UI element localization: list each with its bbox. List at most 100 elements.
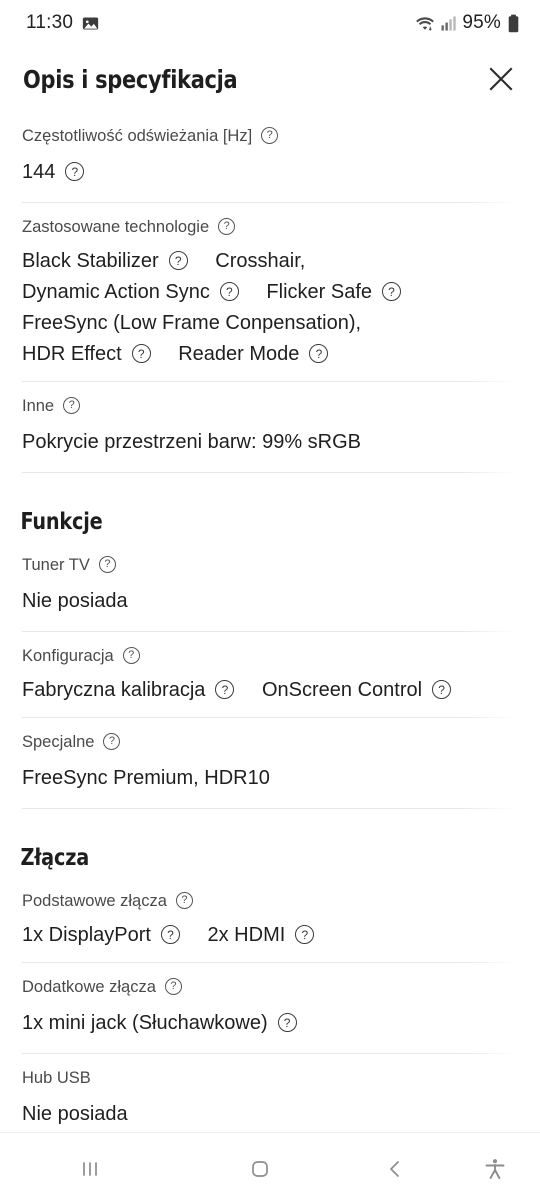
spec-row: Podstawowe złącza? 1x DisplayPort? 2x HDM…	[0, 877, 540, 962]
spec-value-item: Flicker Safe?	[266, 277, 402, 308]
back-button[interactable]	[340, 1157, 450, 1181]
help-icon[interactable]: ?	[65, 162, 85, 182]
spec-label: Inne	[22, 397, 55, 416]
spec-label-line: Inne?	[22, 382, 518, 415]
spec-value-line: Nie posiada	[22, 1087, 518, 1133]
help-icon[interactable]: ?	[63, 397, 81, 414]
spec-value-item: 1x mini jack (Słuchawkowe)?	[22, 1008, 297, 1039]
spec-label-line: Dodatkowe złącza?	[22, 963, 518, 996]
spec-label-line: Podstawowe złącza?	[22, 877, 518, 910]
spec-label: Specjalne	[22, 733, 95, 752]
help-icon[interactable]: ?	[295, 925, 315, 945]
accessibility-button[interactable]	[450, 1156, 540, 1182]
spec-value-line: 144?	[22, 145, 518, 202]
spec-row: Hub USB Nie posiada	[0, 1054, 540, 1132]
recents-icon	[78, 1157, 102, 1181]
spec-row: Tuner TV? Nie posiada	[0, 541, 540, 631]
spec-row: Konfiguracja? Fabryczna kalibracja? OnScr…	[0, 632, 540, 717]
spec-row: Specjalne? FreeSync Premium, HDR10	[0, 718, 540, 808]
help-icon[interactable]: ?	[215, 680, 235, 700]
spec-value-line: Pokrycie przestrzeni barw: 99% sRGB	[22, 415, 518, 472]
spec-value-item: 2x HDMI?	[208, 920, 315, 951]
help-icon[interactable]: ?	[164, 978, 182, 995]
spec-value-item: Crosshair,	[215, 246, 305, 277]
spec-value-text: Nie posiada	[22, 590, 128, 612]
spec-label-line: Hub USB	[22, 1054, 518, 1087]
recents-button[interactable]	[0, 1157, 180, 1181]
spec-value-text: 144	[22, 161, 56, 183]
android-navigation-bar	[0, 1132, 540, 1204]
spec-label-line: Specjalne?	[22, 718, 518, 751]
spec-value-item: OnScreen Control?	[261, 675, 452, 706]
spec-value-line: Nie posiada	[22, 574, 518, 631]
section-title: Funkcje	[20, 509, 103, 535]
spec-value-text: Crosshair,	[215, 250, 306, 272]
spec-value-item: HDR Effect?	[22, 339, 151, 370]
status-bar-right: 95%	[415, 12, 520, 34]
spec-value-text: OnScreen Control	[261, 679, 423, 701]
photo-icon	[82, 15, 99, 32]
spec-label-line: Konfiguracja?	[22, 632, 518, 665]
status-bar-left: 11:30	[26, 12, 99, 34]
spec-value-text: Flicker Safe	[266, 281, 373, 303]
spec-value-item: FreeSync (Low Frame Conpensation),	[22, 308, 361, 339]
help-icon[interactable]: ?	[160, 925, 180, 945]
spec-scroll-area[interactable]: Częstotliwość odświeżania [Hz]? 144? Zast…	[0, 112, 540, 1132]
page-header: Opis i specyfikacja	[0, 46, 540, 112]
spec-value-text: 1x mini jack (Słuchawkowe)	[22, 1012, 268, 1034]
spec-value-line: 1x DisplayPort? 2x HDMI?	[22, 910, 518, 962]
spec-label: Częstotliwość odświeżania [Hz]	[22, 127, 253, 146]
accessibility-icon	[482, 1156, 508, 1182]
status-bar: 11:30 95%	[0, 0, 540, 46]
spec-value-item: Nie posiada	[22, 586, 128, 617]
spec-value-text: FreeSync Premium, HDR10	[22, 767, 270, 789]
battery-percent-label: 95%	[462, 12, 501, 33]
spec-row: Inne? Pokrycie przestrzeni barw: 99% sRGB	[0, 382, 540, 472]
cellular-signal-icon	[441, 15, 457, 32]
spec-value-item: Pokrycie przestrzeni barw: 99% sRGB	[22, 427, 361, 458]
help-icon[interactable]: ?	[382, 282, 402, 302]
spec-label: Tuner TV	[22, 556, 90, 575]
help-icon[interactable]: ?	[98, 556, 116, 573]
spec-value-text: Nie posiada	[22, 1102, 128, 1125]
help-icon[interactable]: ?	[122, 647, 140, 664]
page-title: Opis i specyfikacja	[23, 64, 238, 94]
help-icon[interactable]: ?	[432, 680, 452, 700]
spec-label: Zastosowane technologie	[22, 218, 210, 237]
spec-label-line: Zastosowane technologie?	[22, 203, 518, 236]
spec-value-item: 1x DisplayPort?	[22, 920, 180, 951]
spec-row: Dodatkowe złącza? 1x mini jack (Słuchawko…	[0, 963, 540, 1053]
battery-icon	[507, 14, 520, 33]
back-icon	[383, 1157, 407, 1181]
spec-value-text: HDR Effect	[22, 343, 122, 365]
spec-value-item: Nie posiada	[22, 1099, 128, 1130]
help-icon[interactable]: ?	[218, 218, 236, 235]
spec-label-line: Częstotliwość odświeżania [Hz]?	[22, 112, 518, 145]
help-icon[interactable]: ?	[309, 344, 329, 364]
help-icon[interactable]: ?	[168, 251, 188, 271]
spec-label: Konfiguracja	[22, 647, 114, 666]
spec-value-text: 2x HDMI	[207, 924, 286, 946]
spec-value-text: Pokrycie przestrzeni barw: 99% sRGB	[22, 431, 362, 453]
help-icon[interactable]: ?	[103, 733, 121, 750]
close-button[interactable]	[480, 58, 522, 100]
spec-value-item: Black Stabilizer?	[22, 246, 188, 277]
spec-value-item: Fabryczna kalibracja?	[22, 675, 235, 706]
spec-value-text: Fabryczna kalibracja	[22, 679, 206, 701]
spec-row: Częstotliwość odświeżania [Hz]? 144?	[0, 112, 540, 202]
home-button[interactable]	[180, 1157, 340, 1181]
spec-value-line: FreeSync Premium, HDR10	[22, 751, 518, 808]
help-icon[interactable]: ?	[175, 892, 193, 909]
spec-label-line: Tuner TV?	[22, 541, 518, 574]
close-icon	[488, 66, 514, 92]
spec-label: Podstawowe złącza	[22, 892, 167, 911]
spec-value-item: Reader Mode?	[178, 339, 329, 370]
spec-value-text: Dynamic Action Sync	[22, 281, 210, 303]
spec-value-text: FreeSync (Low Frame Conpensation),	[22, 312, 362, 334]
spec-value-line: Black Stabilizer? Crosshair, Dynamic Act…	[22, 236, 518, 381]
help-icon[interactable]: ?	[261, 127, 279, 144]
help-icon[interactable]: ?	[219, 282, 239, 302]
help-icon[interactable]: ?	[131, 344, 151, 364]
help-icon[interactable]: ?	[277, 1013, 297, 1033]
spec-value-line: Fabryczna kalibracja? OnScreen Control?	[22, 665, 518, 717]
